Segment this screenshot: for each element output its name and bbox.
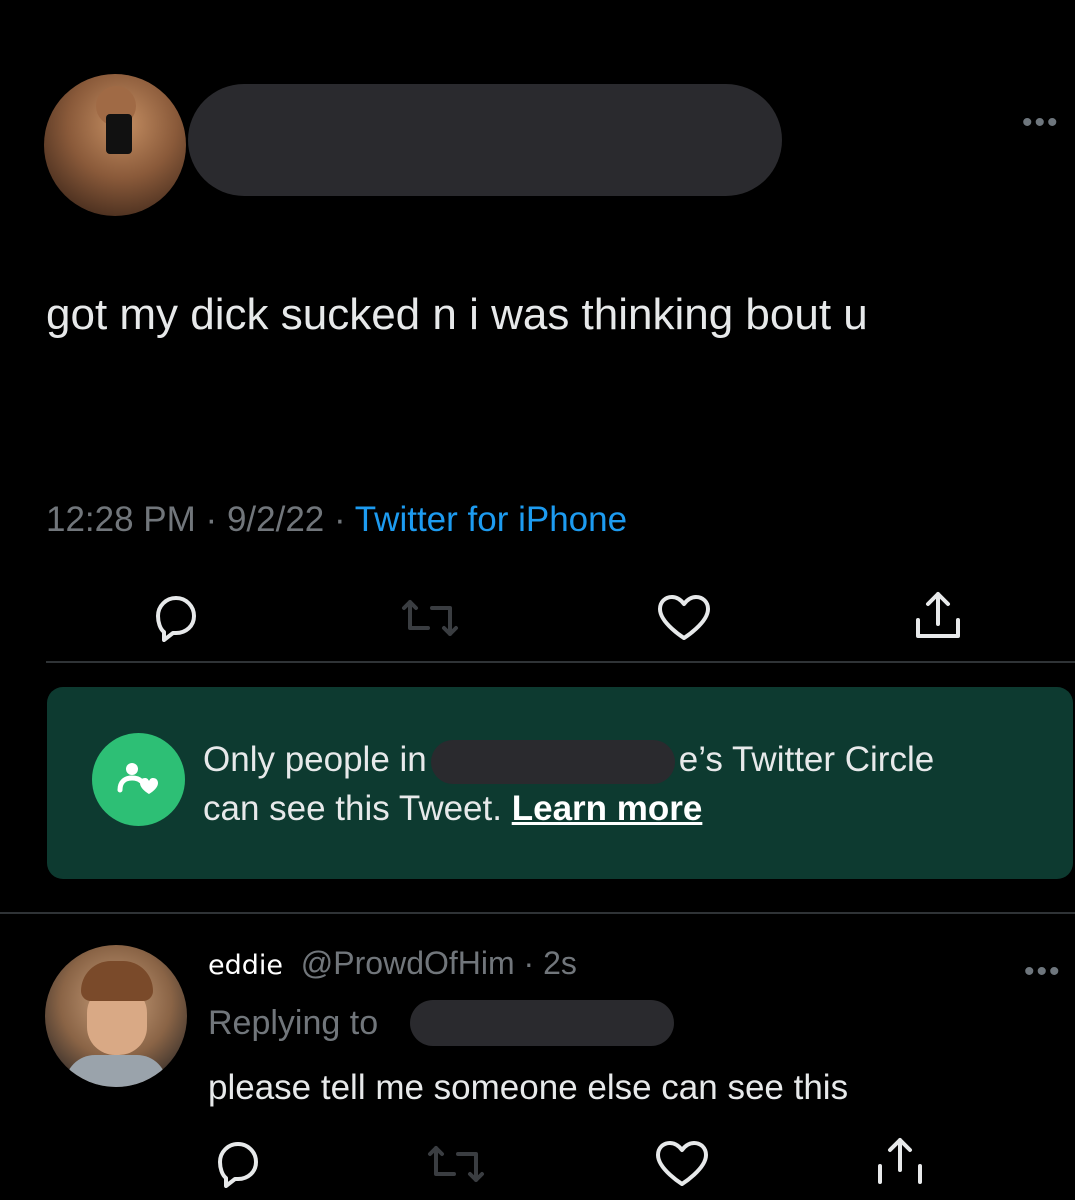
reply-author-name[interactable]: eddie (208, 950, 283, 981)
tweet-date: 9/2/22 (226, 500, 325, 539)
share-icon[interactable] (908, 590, 968, 642)
divider (0, 912, 1075, 914)
reply-age: 2s (543, 945, 577, 981)
author-avatar[interactable] (44, 74, 186, 216)
divider (46, 661, 1075, 663)
redacted-replying-handle (410, 1000, 674, 1046)
share-icon[interactable] (870, 1136, 930, 1188)
redacted-circle-owner (430, 739, 675, 784)
avatar-shirt (65, 1055, 167, 1087)
redacted-author-name (188, 84, 782, 196)
twitter-circle-icon (92, 733, 185, 826)
reply-author-handle[interactable]: @ProwdOfHim (301, 945, 515, 981)
circle-notice-text: Only people in e’s Twitter Circle can see… (203, 739, 935, 828)
people-heart-icon (117, 762, 158, 794)
reply-avatar[interactable] (45, 945, 187, 1087)
more-horizontal-icon[interactable]: ••• (1024, 955, 1062, 989)
tweet-meta: 12:28 PM · 9/2/22 · Twitter for iPhone (46, 500, 628, 539)
tweet-text: got my dick sucked n i was thinking bout… (46, 290, 868, 339)
retweet-icon[interactable] (398, 596, 462, 640)
reply-icon[interactable] (210, 1138, 266, 1188)
retweet-icon[interactable] (424, 1142, 488, 1186)
avatar-hair (81, 961, 153, 1001)
replying-to-label: Replying to (208, 1004, 379, 1042)
reply-header: eddie @ProwdOfHim · 2s (208, 945, 577, 981)
like-icon[interactable] (652, 1138, 712, 1190)
reply-text: please tell me someone else can see this (208, 1068, 849, 1107)
tweet-source-link[interactable]: Twitter for iPhone (355, 500, 627, 539)
tweet-time: 12:28 PM (46, 500, 196, 539)
avatar-phone (106, 114, 132, 154)
learn-more-link[interactable]: Learn more (512, 789, 703, 828)
more-horizontal-icon[interactable]: ••• (1022, 106, 1060, 140)
reply-icon[interactable] (148, 592, 204, 642)
like-icon[interactable] (654, 592, 714, 644)
